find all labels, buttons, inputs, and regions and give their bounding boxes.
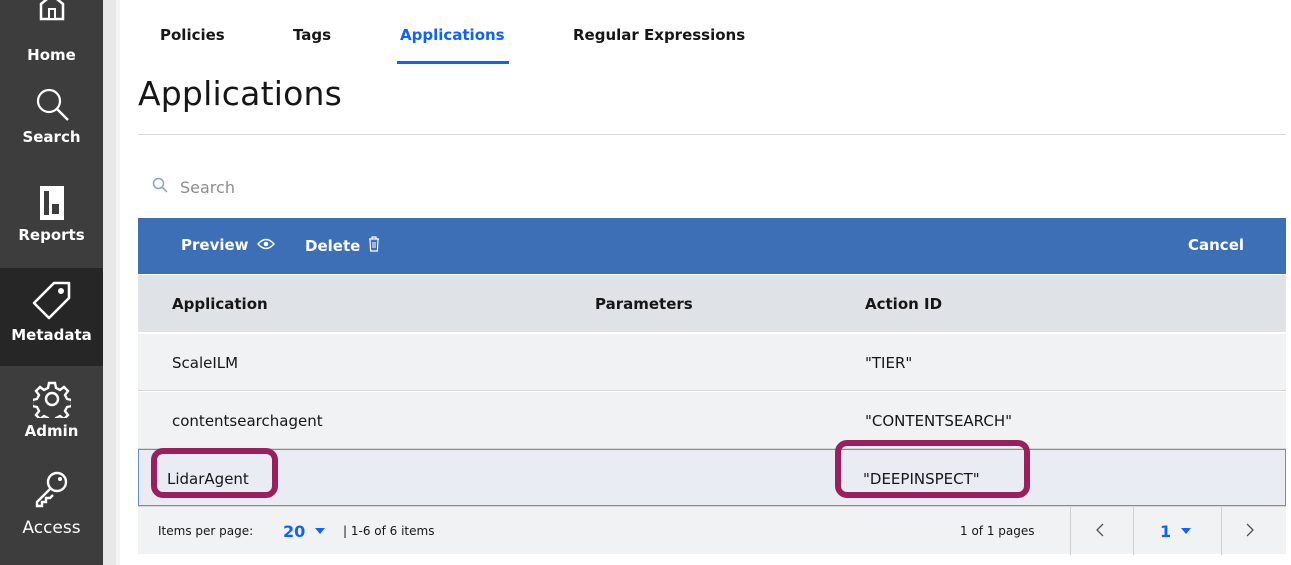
cell-application: contentsearchagent: [172, 411, 323, 430]
sidebar-item-label: Admin: [24, 422, 79, 440]
tag-icon: [30, 278, 74, 322]
tab-applications[interactable]: Applications: [400, 26, 505, 44]
sidebar-item-label: Access: [22, 518, 81, 538]
sidebar-nav: Home Search Reports Metadata Admin Acces…: [0, 0, 103, 565]
column-header-action-id[interactable]: Action ID: [865, 275, 942, 332]
tab-policies[interactable]: Policies: [160, 26, 225, 44]
divider: [1221, 507, 1222, 555]
divider: [1133, 507, 1134, 555]
reports-icon: [37, 184, 67, 222]
items-per-page-label: Items per page:: [158, 524, 254, 538]
sidebar-item-reports[interactable]: Reports: [0, 184, 103, 266]
chevron-down-icon: [315, 528, 326, 534]
sidebar-item-label: Metadata: [11, 326, 92, 344]
sidebar-rail: [103, 0, 116, 565]
eye-icon: [256, 236, 275, 254]
sidebar-rail-edge: [116, 0, 120, 565]
column-header-application[interactable]: Application: [172, 275, 268, 332]
batch-action-bar: Preview Delete Cancel: [138, 218, 1286, 274]
table-row-selected[interactable]: LidarAgent "DEEPINSPECT": [138, 449, 1286, 506]
current-page-value: 1: [1160, 521, 1172, 541]
home-icon: [37, 0, 67, 22]
highlight-box-application: [151, 448, 278, 498]
sidebar-item-search[interactable]: Search: [0, 84, 103, 168]
sidebar-item-label: Reports: [18, 226, 85, 244]
search-icon: [138, 177, 168, 198]
search-bar: [138, 165, 738, 209]
cancel-button[interactable]: Cancel: [1188, 236, 1244, 254]
chevron-down-icon: [1181, 528, 1192, 534]
page-select[interactable]: 1: [1160, 507, 1192, 555]
delete-button[interactable]: Delete: [305, 236, 380, 256]
cell-application: ScaleILM: [172, 353, 239, 372]
page-count-text: 1 of 1 pages: [960, 524, 1035, 538]
pagination-bar: Items per page: 20 | 1-6 of 6 items 1 of…: [138, 506, 1286, 555]
highlight-box-action-id: [835, 440, 1030, 498]
chevron-right-icon: [1246, 523, 1254, 540]
active-tab-indicator: [397, 61, 509, 64]
sidebar-item-metadata[interactable]: Metadata: [0, 268, 103, 366]
tab-regular-expressions[interactable]: Regular Expressions: [573, 26, 745, 44]
tab-tags[interactable]: Tags: [293, 26, 331, 44]
search-input[interactable]: [180, 177, 680, 197]
item-range-text: | 1-6 of 6 items: [343, 524, 435, 538]
items-per-page-value: 20: [283, 521, 306, 541]
delete-label: Delete: [305, 237, 361, 255]
divider: [138, 134, 1286, 135]
chevron-left-icon: [1096, 523, 1104, 540]
page-title: Applications: [138, 74, 342, 113]
next-page-button[interactable]: [1246, 507, 1254, 555]
search-icon: [32, 84, 72, 124]
table-row[interactable]: ScaleILM "TIER": [138, 334, 1286, 391]
key-icon: [32, 468, 72, 508]
sidebar-item-home[interactable]: Home: [0, 0, 103, 70]
sidebar-item-label: Search: [22, 128, 81, 146]
column-header-parameters[interactable]: Parameters: [595, 275, 693, 332]
preview-button[interactable]: Preview: [181, 236, 275, 254]
cell-action-id: "TIER": [865, 353, 913, 372]
divider: [1070, 507, 1071, 555]
sidebar-item-admin[interactable]: Admin: [0, 380, 103, 464]
trash-icon: [368, 236, 380, 256]
preview-label: Preview: [181, 236, 249, 254]
items-per-page-select[interactable]: 20: [283, 507, 326, 555]
sidebar-item-access[interactable]: Access: [0, 468, 103, 565]
table-header-row: Application Parameters Action ID: [138, 275, 1286, 332]
table-row[interactable]: contentsearchagent "CONTENTSEARCH": [138, 392, 1286, 449]
gear-icon: [32, 380, 71, 418]
sidebar-item-label: Home: [27, 46, 76, 64]
previous-page-button[interactable]: [1096, 507, 1104, 555]
